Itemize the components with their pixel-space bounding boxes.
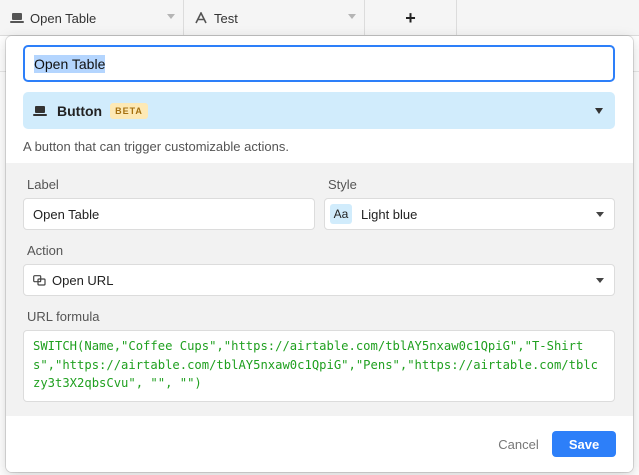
field-name-value: Open Table — [34, 54, 106, 73]
laptop-icon — [33, 105, 47, 117]
label-input-value: Open Table — [33, 206, 100, 222]
action-field-label: Action — [27, 243, 64, 258]
open-url-icon — [33, 274, 46, 286]
text-field-icon — [194, 12, 208, 24]
style-select-value: Light blue — [361, 206, 418, 222]
action-select-value: Open URL — [52, 272, 114, 288]
dialog-footer: Cancel Save — [6, 416, 633, 472]
chevron-down-icon — [596, 212, 604, 217]
laptop-icon — [10, 12, 24, 24]
chevron-down-icon — [595, 108, 603, 114]
label-field-label: Label — [27, 177, 59, 192]
chevron-down-icon[interactable] — [167, 14, 175, 19]
column-header-test[interactable]: Test — [184, 0, 365, 36]
style-select[interactable]: Aa Light blue — [324, 198, 615, 230]
style-field-label: Style — [328, 177, 357, 192]
field-editor-dialog: Open Table Button BETA A button that can… — [6, 36, 633, 472]
field-type-label: Button — [57, 102, 103, 119]
add-column-button[interactable]: + — [365, 0, 457, 36]
field-name-input[interactable]: Open Table — [23, 45, 615, 82]
chevron-down-icon[interactable] — [348, 14, 356, 19]
action-select[interactable]: Open URL — [23, 264, 615, 296]
label-input[interactable]: Open Table — [23, 198, 315, 230]
column-header-label: Open Table — [30, 10, 97, 26]
grid-header: Open Table Test + — [0, 0, 639, 36]
cancel-button[interactable]: Cancel — [486, 431, 551, 457]
column-header-open-table[interactable]: Open Table — [0, 0, 184, 36]
chevron-down-icon — [596, 278, 604, 283]
column-header-label: Test — [214, 10, 238, 26]
url-formula-editor[interactable]: SWITCH(Name,"Coffee Cups","https://airta… — [23, 330, 615, 402]
plus-icon: + — [405, 7, 416, 28]
field-editor-header: Open Table Button BETA A button that can… — [6, 36, 633, 163]
beta-badge: BETA — [110, 102, 148, 119]
url-formula-label: URL formula — [27, 309, 100, 324]
field-type-description: A button that can trigger customizable a… — [23, 139, 289, 154]
field-type-select[interactable]: Button BETA — [23, 92, 615, 129]
style-swatch: Aa — [330, 204, 352, 224]
save-button[interactable]: Save — [552, 431, 616, 457]
